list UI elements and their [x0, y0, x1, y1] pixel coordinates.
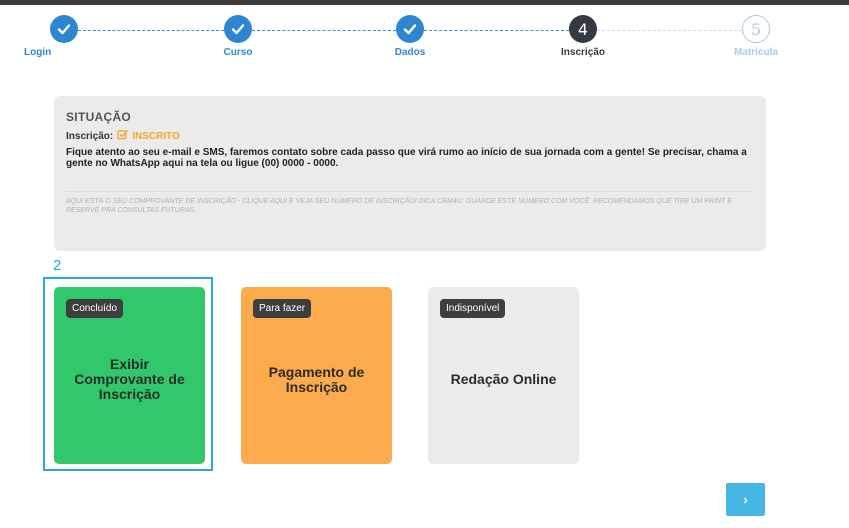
next-button[interactable]: ›	[726, 483, 765, 516]
receipt-note-link[interactable]: AQUI ESTÁ O SEU COMPROVANTE DE INSCRIÇÃO…	[66, 197, 756, 215]
step-connector	[252, 30, 396, 31]
situation-message: Fique atento ao seu e-mail e SMS, faremo…	[66, 147, 747, 169]
card-title: Redação Online	[450, 371, 557, 387]
card-title: Pagamento de Inscrição	[268, 363, 365, 395]
annotation-marker: 2	[53, 257, 62, 274]
card-pagamento-inscricao[interactable]: Para fazer Pagamento de Inscrição	[241, 287, 392, 464]
step-label-login[interactable]: Login	[24, 47, 84, 58]
step-inscricao-number[interactable]: 4	[569, 15, 597, 43]
status-row: Inscrição: INSCRITO	[66, 129, 754, 143]
step-curso-check-icon[interactable]	[224, 15, 252, 43]
step-label-matricula: Matrícula	[734, 47, 778, 58]
step-connector	[597, 30, 742, 31]
step-connector	[78, 30, 224, 31]
step-dados-check-icon[interactable]	[396, 15, 424, 43]
status-badge: Indisponível	[440, 299, 506, 318]
status-badge: Concluído	[66, 299, 124, 318]
edit-check-icon	[117, 129, 129, 143]
step-label-inscricao[interactable]: Inscrição	[543, 47, 623, 58]
status-label: Inscrição:	[66, 130, 114, 142]
situation-panel: SITUAÇÃO Inscrição: INSCRITO Fique atent…	[54, 96, 766, 251]
situation-title: SITUAÇÃO	[66, 110, 132, 124]
divider	[66, 191, 754, 192]
step-login-check-icon[interactable]	[50, 15, 78, 43]
step-label-dados[interactable]: Dados	[370, 47, 450, 58]
card-redacao-online: Indisponível Redação Online	[428, 287, 579, 464]
card-exibir-comprovante[interactable]: Concluído Exibir Comprovante de Inscriçã…	[54, 287, 205, 464]
chevron-right-icon: ›	[743, 492, 748, 507]
step-matricula-number: 5	[742, 15, 770, 43]
step-connector	[424, 30, 569, 31]
card-title: Exibir Comprovante de Inscrição	[74, 356, 185, 402]
step-label-curso[interactable]: Curso	[198, 47, 278, 58]
status-badge: Para fazer	[253, 299, 312, 318]
progress-stepper: Login Curso Dados 4 Inscrição 5 Matrícul…	[0, 5, 849, 65]
status-value: INSCRITO	[132, 130, 180, 142]
